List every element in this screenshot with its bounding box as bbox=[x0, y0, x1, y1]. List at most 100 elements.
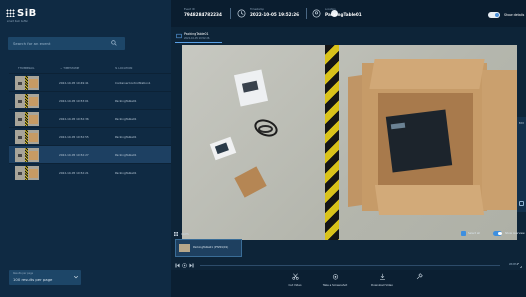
divider bbox=[230, 8, 231, 19]
main-panel: PackingTable01 2022-10-05 19:52:26 Edit bbox=[171, 27, 526, 297]
thumbnail-detail bbox=[25, 112, 28, 126]
clip-item[interactable]: PackingTable01 (PTZ01/01) bbox=[175, 239, 242, 257]
row-location: PackingTable01 bbox=[115, 153, 137, 157]
row-location: PackingTable01 bbox=[115, 117, 137, 121]
table-row[interactable]: 2022-10-05 19:53:01 PackingTable01 bbox=[9, 91, 171, 109]
download-icon bbox=[379, 273, 385, 280]
clock-icon bbox=[237, 9, 246, 18]
row-timestamp: 2022-10-05 19:52:55 bbox=[59, 135, 89, 139]
clip-name: PackingTable01 (PTZ01/01) bbox=[193, 246, 229, 249]
column-header-timestamp[interactable]: ⌄ TIMESTAMP bbox=[60, 66, 79, 70]
tab-subtitle: 2022-10-05 19:52:26 bbox=[184, 37, 210, 40]
column-header-location[interactable]: ⇅ LOCATION bbox=[115, 66, 132, 70]
box-flap bbox=[482, 70, 517, 210]
thumbnail-detail bbox=[25, 130, 28, 144]
thumbnail-detail bbox=[18, 154, 22, 157]
row-location: ContainerControlStation1 bbox=[115, 81, 151, 85]
column-header-location-label: LOCATION bbox=[118, 66, 133, 70]
download-video-label: Download Video bbox=[371, 283, 393, 287]
logo-subtext: smart item buffer bbox=[7, 20, 29, 23]
timestamp-info: Timestamp 2022-10-05 19:52:26 bbox=[250, 8, 299, 17]
zoom-label: Width bbox=[509, 263, 517, 266]
page-size-select[interactable]: Results per page 100 results per page bbox=[9, 270, 81, 285]
timestamp-value: 2022-10-05 19:52:26 bbox=[250, 12, 300, 17]
event-thumbnail bbox=[15, 148, 39, 162]
row-timestamp: 2022-10-05 19:53:01 bbox=[59, 99, 89, 103]
package-label bbox=[390, 122, 406, 130]
thumbnail-detail bbox=[29, 115, 38, 124]
pin-button[interactable] bbox=[399, 273, 439, 283]
table-row[interactable]: 2022-10-05 19:52:36 PackingTable01 bbox=[9, 109, 171, 127]
action-toolbar: Cut Video Take a Screenshot Download Vid… bbox=[171, 270, 526, 297]
location-value: PackingTable01 bbox=[325, 12, 362, 17]
skip-forward-icon[interactable] bbox=[189, 263, 194, 268]
package-print bbox=[214, 142, 229, 155]
event-id-info: Event ID 7948284782234 bbox=[184, 8, 222, 17]
select-all-label: Select all bbox=[468, 232, 480, 235]
play-icon[interactable] bbox=[182, 263, 187, 268]
event-id-value: 7948284782234 bbox=[184, 12, 222, 17]
edit-side-panel[interactable]: Edit bbox=[517, 117, 526, 212]
event-thumbnail bbox=[15, 76, 39, 90]
search-input[interactable]: Search for an event bbox=[8, 37, 125, 50]
thumbnail-detail bbox=[18, 82, 22, 85]
logo-text: SiB bbox=[17, 8, 37, 19]
expand-icon[interactable] bbox=[519, 201, 524, 206]
box-flap bbox=[374, 185, 485, 215]
row-location: PackingTable01 bbox=[115, 99, 137, 103]
cut-video-button[interactable]: Cut Video bbox=[275, 273, 315, 287]
show-details-toggle[interactable] bbox=[488, 12, 500, 18]
thumbnail-detail bbox=[25, 148, 28, 162]
show-details-label: Show details bbox=[504, 13, 525, 17]
thumbnail-detail bbox=[29, 151, 38, 160]
timestamp-key: Timestamp bbox=[250, 8, 264, 11]
location-key: Location bbox=[325, 8, 336, 11]
table-row[interactable]: 2022-10-05 19:52:21 PackingTable01 bbox=[9, 163, 171, 181]
event-info-bar: Event ID 7948284782234 Timestamp 2022-10… bbox=[171, 0, 526, 27]
row-timestamp: 2022-10-05 19:52:36 bbox=[59, 117, 89, 121]
row-timestamp: 2022-10-05 19:52:21 bbox=[59, 171, 89, 175]
thumbnail-detail bbox=[29, 79, 38, 88]
video-player[interactable] bbox=[182, 45, 517, 240]
fullscreen-icon[interactable] bbox=[517, 263, 522, 268]
page-size-value: 100 results per page bbox=[13, 277, 53, 282]
table-row[interactable]: 2022-10-05 19:52:27 PackingTable01 bbox=[9, 145, 171, 163]
divider bbox=[306, 8, 307, 19]
row-location: PackingTable01 bbox=[115, 135, 137, 139]
sidebar: SiB smart item buffer Search for an even… bbox=[0, 0, 171, 297]
show-overview-toggle[interactable] bbox=[493, 231, 502, 236]
skip-back-icon[interactable] bbox=[175, 263, 180, 268]
page-size-label: Results per page bbox=[13, 272, 34, 275]
column-header-thumbnail[interactable]: THUMBNAIL bbox=[18, 66, 35, 70]
thumbnail-detail bbox=[25, 166, 28, 180]
thumbnail-detail bbox=[29, 133, 38, 142]
select-all-checkbox[interactable] bbox=[461, 231, 466, 236]
table-row[interactable]: 2022-10-05 19:52:55 PackingTable01 bbox=[9, 127, 171, 145]
camera-icon bbox=[332, 274, 338, 280]
clips-header: CLIPS Select all Show overview bbox=[171, 229, 526, 239]
row-timestamp: 2022-10-05 19:52:27 bbox=[59, 153, 89, 157]
event-id-key: Event ID bbox=[184, 8, 195, 11]
package-print bbox=[241, 80, 259, 93]
app-logo[interactable]: SiB bbox=[6, 8, 37, 19]
search-icon[interactable] bbox=[111, 40, 117, 46]
hazard-tape bbox=[325, 45, 339, 240]
download-video-button[interactable]: Download Video bbox=[362, 273, 402, 287]
grid-icon bbox=[174, 232, 178, 236]
box-flap bbox=[369, 59, 485, 89]
events-table-header: THUMBNAIL ⌄ TIMESTAMP ⇅ LOCATION bbox=[9, 64, 171, 72]
toggle-knob bbox=[498, 231, 502, 235]
active-tab-indicator bbox=[175, 42, 222, 43]
logo-dots-icon bbox=[6, 9, 15, 17]
chevron-down-icon bbox=[73, 275, 79, 279]
table-row[interactable]: 2022-10-05 19:49:41 ContainerControlStati… bbox=[9, 73, 171, 91]
take-screenshot-label: Take a Screenshot bbox=[322, 283, 348, 287]
thumbnail-detail bbox=[18, 172, 22, 175]
timeline-track[interactable] bbox=[200, 265, 500, 266]
thumbnail-detail bbox=[18, 136, 22, 139]
take-screenshot-button[interactable]: Take a Screenshot bbox=[315, 273, 355, 287]
cable-coil bbox=[258, 125, 273, 133]
cut-video-label: Cut Video bbox=[288, 283, 302, 287]
thumbnail-detail bbox=[29, 97, 38, 106]
thumbnail-detail bbox=[18, 100, 22, 103]
